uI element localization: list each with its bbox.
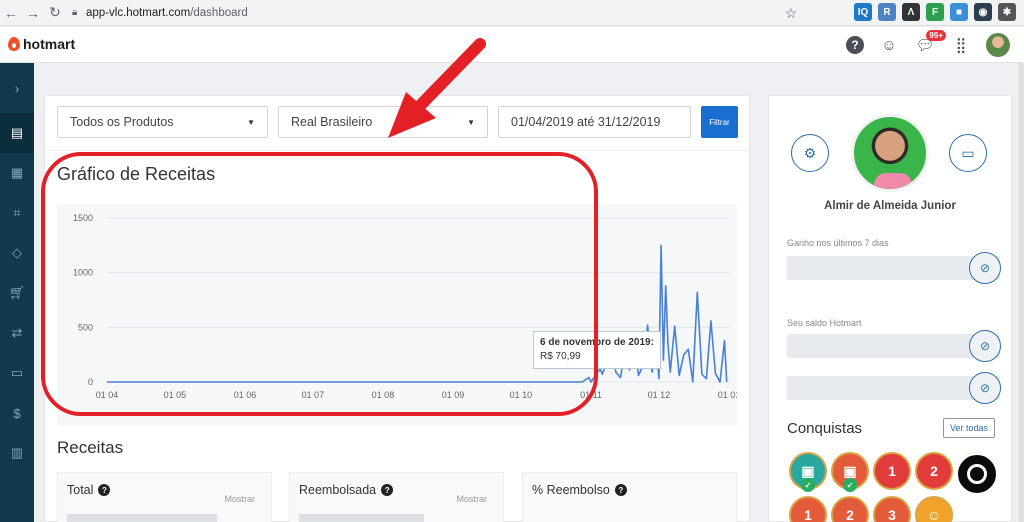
highlight-oval — [41, 152, 598, 416]
expand-sidebar-icon[interactable]: › — [0, 63, 34, 113]
extension-icon[interactable]: ■ — [950, 3, 968, 21]
url-path: /dashboard — [190, 6, 248, 19]
reload-icon[interactable]: ↻ — [44, 2, 66, 24]
total-card: Total? Mostrar — [57, 472, 272, 522]
caret-down-icon: ▼ — [247, 117, 255, 127]
notifications-icon[interactable]: 💬︎ 99+ — [914, 30, 946, 56]
dashboard-icon[interactable]: ▤ — [0, 113, 34, 153]
achievement-medal-icon[interactable]: ▣ ✓ — [831, 452, 869, 492]
balance-secondary-bar: ⊘ — [787, 372, 1001, 404]
achievement-medal-icon[interactable]: 2 — [915, 452, 953, 490]
show-link[interactable]: Mostrar — [456, 494, 487, 504]
notification-badge: 99+ — [926, 30, 946, 41]
refund-percent-label: % Reembolso — [532, 483, 610, 497]
refunded-label: Reembolsada — [299, 483, 377, 497]
earnings-label: Ganho nos últimos 7 dias — [787, 238, 889, 248]
placeholder-bar — [67, 514, 217, 522]
achievement-medal-icon[interactable]: 1 — [789, 496, 827, 522]
balance-label: Seu saldo Hotmart — [787, 318, 862, 328]
extensions-row: IQ R Λ F ■ ◉ ✱ — [854, 3, 1016, 21]
hide-eye-icon[interactable]: ⊘ — [969, 330, 1001, 362]
bookmark-star-icon[interactable]: ☆ — [780, 2, 802, 24]
balance-value-bar: ⊘ — [787, 330, 1001, 362]
filter-button[interactable]: Filtrar — [701, 106, 738, 138]
show-link[interactable]: Mostrar — [224, 494, 255, 504]
extension-icon[interactable]: IQ — [854, 3, 872, 21]
message-icon[interactable]: ▭ — [949, 134, 987, 172]
help-icon[interactable]: ? — [846, 36, 864, 54]
help-icon[interactable]: ? — [614, 484, 627, 496]
profile-name: Almir de Almeida Junior — [824, 200, 956, 212]
hide-eye-icon[interactable]: ⊘ — [969, 252, 1001, 284]
sidebar: › ▤ ▦ ⌗ ◇ 🛒︎ ⇄ ▭ $ ▥ — [0, 63, 34, 522]
dollar-icon[interactable]: $ — [0, 393, 34, 433]
chat-icon[interactable]: ▭ — [0, 353, 34, 393]
extension-icon[interactable]: Λ — [902, 3, 920, 21]
flame-icon — [8, 37, 20, 51]
total-label: Total — [67, 483, 94, 497]
divider — [45, 150, 749, 151]
profile-avatar — [851, 114, 929, 192]
community-icon[interactable]: ☺ — [878, 34, 900, 56]
scan-icon[interactable]: ⌗ — [0, 193, 34, 233]
box-icon[interactable]: ◇ — [0, 233, 34, 273]
hide-eye-icon[interactable]: ⊘ — [969, 372, 1001, 404]
url-host: app-vlc.hotmart.com — [86, 6, 191, 19]
page-scrollbar[interactable] — [1018, 63, 1024, 522]
achievement-medal-icon[interactable]: 3 — [873, 496, 911, 522]
account-settings-icon[interactable]: ⚙ — [791, 134, 829, 172]
browser-toolbar: ← → ↻ 🔒︎ app-vlc.hotmart.com/dashboard ☆… — [0, 0, 1024, 26]
date-range-input[interactable]: 01/04/2019 até 31/12/2019 — [498, 106, 691, 138]
achievement-medal-icon[interactable]: ▣ ✓ — [789, 452, 827, 492]
refund-percent-card: % Reembolso? — [522, 472, 737, 522]
extension-icon[interactable]: ◉ — [974, 3, 992, 21]
apps-grid-icon[interactable]: ⣿ — [950, 34, 972, 56]
check-icon: ✓ — [843, 478, 857, 492]
address-bar[interactable]: 🔒︎ app-vlc.hotmart.com/dashboard — [72, 3, 792, 23]
product-select[interactable]: Todos os Produtos ▼ — [57, 106, 268, 138]
receitas-title: Receitas — [57, 438, 124, 457]
sync-icon[interactable]: ⇄ — [0, 313, 34, 353]
forward-icon[interactable]: → — [22, 2, 44, 24]
placeholder-bar — [299, 514, 424, 522]
product-select-value: Todos os Produtos — [70, 115, 174, 129]
see-all-button[interactable]: Ver todas — [943, 418, 995, 438]
refunded-card: Reembolsada? Mostrar — [289, 472, 504, 522]
achievement-medal-icon[interactable]: 2 — [831, 496, 869, 522]
check-icon: ✓ — [801, 478, 815, 492]
logo-text: hotmart — [23, 36, 76, 52]
app-header: hotmart ? ☺ 💬︎ 99+ ⣿ — [0, 27, 1024, 63]
extension-icon[interactable]: ✱ — [998, 3, 1016, 21]
cart-icon[interactable]: 🛒︎ — [0, 273, 34, 313]
support-chat-icon[interactable] — [955, 452, 999, 496]
red-arrow-icon — [388, 38, 486, 138]
currency-select-value: Real Brasileiro — [291, 115, 373, 129]
extension-icon[interactable]: R — [878, 3, 896, 21]
help-icon[interactable]: ? — [98, 484, 111, 496]
x-tick-label: 01 12 — [648, 390, 671, 400]
extension-icon[interactable]: F — [926, 3, 944, 21]
report-icon[interactable]: ▥ — [0, 433, 34, 473]
achievements-title: Conquistas — [787, 420, 863, 437]
earnings-value-bar: ⊘ — [787, 252, 1001, 284]
lock-icon: 🔒︎ — [72, 7, 78, 18]
achievement-medal-icon[interactable]: 1 — [873, 452, 911, 490]
hotmart-logo[interactable]: hotmart — [8, 36, 75, 52]
user-avatar[interactable] — [986, 33, 1010, 57]
help-icon[interactable]: ? — [381, 484, 394, 496]
grid-icon[interactable]: ▦ — [0, 153, 34, 193]
x-tick-label: 01 01 — [718, 390, 737, 400]
achievement-medal-icon[interactable]: ☺ — [915, 496, 953, 522]
back-icon[interactable]: ← — [0, 2, 22, 24]
